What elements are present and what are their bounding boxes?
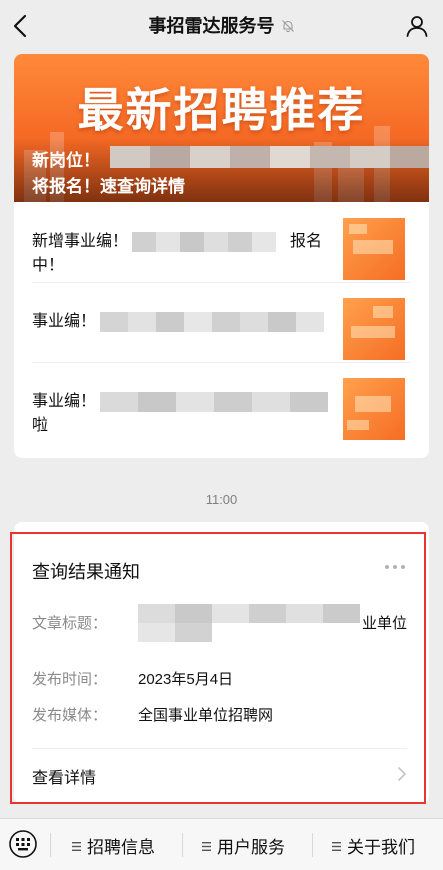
blurred-text <box>138 604 360 642</box>
menu-lines-icon <box>202 842 211 851</box>
blurred-text <box>110 146 429 168</box>
view-details-link[interactable]: 查看详情 <box>32 764 96 788</box>
mute-bell-icon <box>281 20 294 33</box>
list-item-thumbnail <box>343 378 405 440</box>
keyboard-icon <box>9 830 37 858</box>
profile-button[interactable] <box>405 14 429 38</box>
field-value-publish-media: 全国事业单位招聘网 <box>138 707 274 724</box>
bottom-menu: 招聘信息 用户服务 关于我们 <box>0 818 443 870</box>
page-title-wrap: 事招雷达服务号 <box>0 12 443 38</box>
list-item-title: 事业编！ <box>32 393 97 410</box>
top-bar: 事招雷达服务号 <box>0 0 443 52</box>
list-item[interactable]: 事业编！ <box>14 282 429 362</box>
blurred-text <box>132 232 276 252</box>
menu-separator <box>50 833 51 857</box>
field-label-publish-time: 发布时间： <box>32 671 108 688</box>
chevron-right-icon <box>398 767 406 781</box>
menu-item-about-us[interactable]: 关于我们 <box>332 833 415 858</box>
banner-line1: 新岗位！ <box>32 151 100 170</box>
more-dots-icon <box>385 565 405 569</box>
list-item-text: 新增事业编！ <box>32 230 128 254</box>
list-item[interactable]: 新增事业编！ 报名 中！ <box>14 202 429 282</box>
list-item-text-line2: 中！ <box>32 257 65 274</box>
list-item[interactable]: 事业编！ 啦 <box>14 362 429 442</box>
banner-line2: 将报名！速查询详情 <box>32 177 185 196</box>
list-item-text-line2: 啦 <box>32 417 49 434</box>
field-value-article-title: 业单位 <box>362 615 408 632</box>
divider <box>32 748 407 749</box>
blurred-text <box>100 312 324 332</box>
menu-separator <box>312 833 313 857</box>
blurred-text <box>100 392 328 412</box>
message-timestamp: 11:00 <box>205 492 238 507</box>
banner-headline: 最新招聘推荐 <box>77 84 366 136</box>
user-icon <box>406 16 428 37</box>
field-label-article-title: 文章标题： <box>32 615 108 632</box>
menu-item-label: 关于我们 <box>347 838 415 857</box>
menu-item-user-service[interactable]: 用户服务 <box>202 833 285 858</box>
banner-article[interactable]: 最新招聘推荐 新岗位！ 将报名！速查询详情 <box>14 54 429 202</box>
menu-lines-icon <box>332 842 341 851</box>
list-item-text-tail: 报名 <box>290 233 323 250</box>
menu-separator <box>182 833 183 857</box>
notification-title: 查询结果通知 <box>32 562 140 582</box>
list-item-title: 事业编！ <box>32 313 97 330</box>
list-item-title: 新增事业编！ <box>32 233 129 250</box>
article-card: 最新招聘推荐 新岗位！ 将报名！速查询详情 新增事业编！ 报名 中！ 事业编！ … <box>14 54 429 458</box>
more-options-button[interactable] <box>383 560 407 572</box>
menu-item-jobs[interactable]: 招聘信息 <box>72 833 155 858</box>
menu-item-label: 招聘信息 <box>87 838 155 857</box>
notification-card: 查询结果通知 文章标题： 业单位 发布时间： 2023年5月4日 发布媒体： 全… <box>14 522 429 804</box>
list-item-thumbnail <box>343 298 405 360</box>
page-title: 事招雷达服务号 <box>148 16 275 36</box>
menu-item-label: 用户服务 <box>217 838 285 857</box>
menu-lines-icon <box>72 842 81 851</box>
list-item-thumbnail <box>343 218 405 280</box>
keyboard-toggle-button[interactable] <box>8 829 38 859</box>
field-label-publish-media: 发布媒体： <box>32 707 108 724</box>
field-value-publish-time: 2023年5月4日 <box>138 671 234 688</box>
